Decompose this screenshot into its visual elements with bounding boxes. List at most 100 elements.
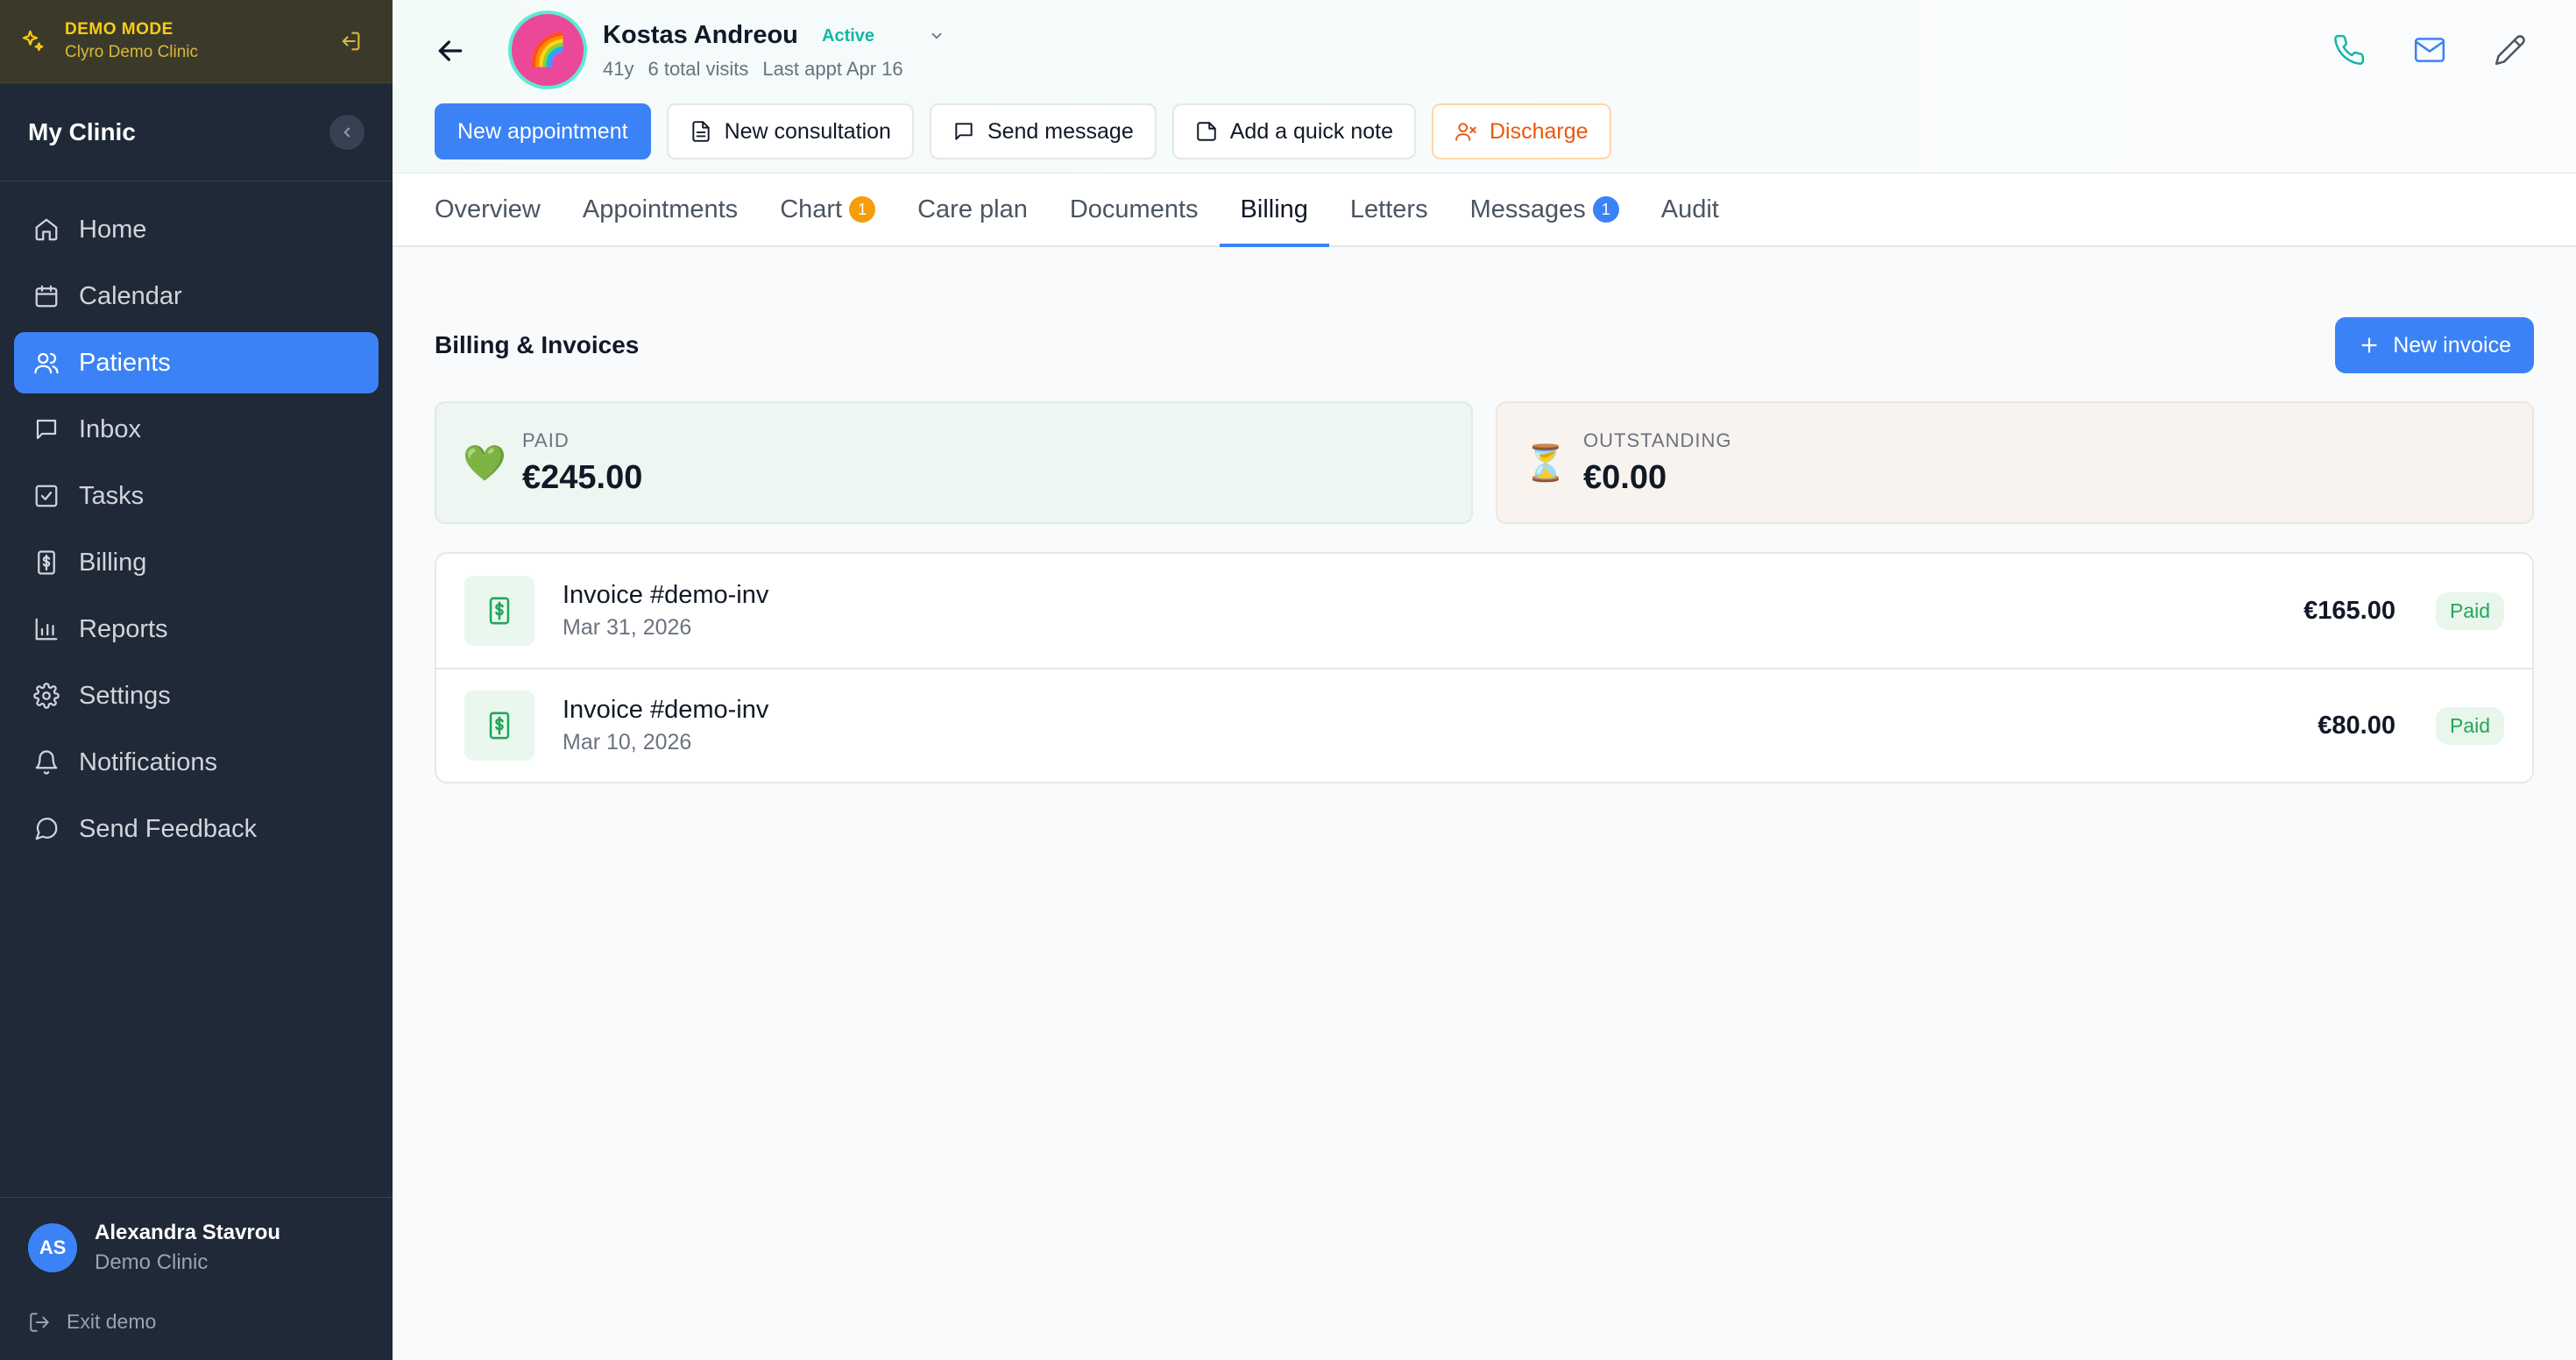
inbox-icon — [36, 419, 57, 440]
new-consultation-label: New consultation — [724, 118, 891, 144]
tab-audit[interactable]: Audit — [1640, 174, 1740, 245]
note-icon — [1197, 122, 1216, 141]
bell-icon — [35, 750, 58, 775]
sidebar-item-label: Inbox — [79, 414, 141, 443]
sparkles-icon — [22, 30, 44, 52]
status-badge[interactable]: Active — [822, 26, 874, 46]
paid-amount: €245.00 — [522, 458, 643, 496]
sidebar-item-tasks[interactable]: Tasks — [14, 465, 379, 527]
new-invoice-label: New invoice — [2393, 332, 2511, 358]
billing-header: Billing & Invoices New invoice — [435, 317, 2534, 373]
action-bar: New appointment New consultation Send me… — [435, 103, 1611, 159]
receipt-icon — [489, 712, 510, 740]
hourglass-icon: ⏳ — [1524, 443, 1568, 483]
user-profile[interactable]: AS Alexandra Stavrou Demo Clinic — [28, 1221, 364, 1275]
invoice-title: Invoice #demo-inv — [563, 581, 769, 609]
sidebar-item-inbox[interactable]: Inbox — [14, 399, 379, 460]
status-badge: Paid — [2435, 591, 2504, 630]
back-arrow-icon[interactable] — [433, 33, 468, 68]
list-item[interactable]: Invoice #demo-inv Mar 10, 2026 €80.00 Pa… — [436, 668, 2532, 782]
discharge-label: Discharge — [1489, 118, 1589, 144]
outstanding-label: OUTSTANDING — [1583, 429, 1732, 451]
tab-messages[interactable]: Messages 1 — [1449, 174, 1640, 245]
sidebar-footer: AS Alexandra Stavrou Demo Clinic Exit de… — [0, 1197, 393, 1360]
tab-label: Billing — [1240, 195, 1308, 223]
tab-label: Overview — [435, 195, 541, 223]
users-icon — [34, 352, 59, 374]
sidebar-item-notifications[interactable]: Notifications — [14, 732, 379, 793]
sidebar-item-settings[interactable]: Settings — [14, 665, 379, 726]
sidebar-item-label: Send Feedback — [79, 814, 258, 843]
mail-icon[interactable] — [2413, 33, 2446, 67]
phone-icon[interactable] — [2332, 33, 2366, 67]
invoice-icon — [464, 576, 534, 646]
billing-summary: 💚 PAID €245.00 ⏳ OUTSTANDING €0.00 — [435, 401, 2534, 524]
paid-label: PAID — [522, 429, 570, 451]
collapse-sidebar-button[interactable] — [329, 114, 364, 150]
sidebar-item-calendar[interactable]: Calendar — [14, 266, 379, 327]
sidebar: DEMO MODE Clyro Demo Clinic My Clinic Ho… — [0, 0, 393, 1360]
invoice-title: Invoice #demo-inv — [563, 696, 769, 724]
invoice-icon — [464, 691, 534, 761]
sidebar-item-label: Settings — [79, 681, 171, 710]
patient-age: 41y — [603, 58, 634, 80]
tab-appointments[interactable]: Appointments — [562, 174, 759, 245]
patient-header: 🌈 Kostas Andreou Active 41y 6 total visit… — [393, 0, 2576, 174]
tab-documents[interactable]: Documents — [1049, 174, 1220, 245]
invoice-date: Mar 31, 2026 — [563, 615, 692, 640]
outstanding-summary-card: ⏳ OUTSTANDING €0.00 — [1496, 401, 2534, 524]
invoice-date: Mar 10, 2026 — [563, 730, 692, 754]
patient-visits: 6 total visits — [648, 58, 749, 80]
sidebar-item-patients[interactable]: Patients — [14, 332, 379, 393]
sidebar-item-billing[interactable]: Billing — [14, 532, 379, 593]
sidebar-item-send-feedback[interactable]: Send Feedback — [14, 798, 379, 860]
main-content: 🌈 Kostas Andreou Active 41y 6 total visit… — [393, 0, 2576, 1360]
patient-avatar: 🌈 — [508, 11, 587, 89]
exit-demo-link[interactable]: Exit demo — [28, 1310, 364, 1334]
status-badge: Paid — [2435, 706, 2504, 745]
list-item[interactable]: Invoice #demo-inv Mar 31, 2026 €165.00 P… — [436, 554, 2532, 668]
exit-demo-label: Exit demo — [67, 1310, 157, 1333]
file-text-icon — [691, 121, 710, 142]
patient-last-appt: Last appt Apr 16 — [762, 58, 903, 80]
new-consultation-button[interactable]: New consultation — [666, 103, 914, 159]
messages-count-badge: 1 — [1592, 196, 1619, 223]
exit-demo-icon[interactable] — [338, 29, 363, 53]
user-name: Alexandra Stavrou — [95, 1221, 281, 1244]
patient-name: Kostas Andreou — [603, 21, 798, 49]
tab-chart[interactable]: Chart 1 — [759, 174, 896, 245]
patient-meta: 41y 6 total visits Last appt Apr 16 — [603, 58, 917, 81]
plus-icon — [2361, 337, 2377, 353]
new-appointment-button[interactable]: New appointment — [435, 103, 651, 159]
sidebar-item-label: Billing — [79, 548, 147, 577]
sidebar-nav: Home Calendar Patients Inbox Tasks Billi… — [0, 181, 393, 1197]
chart-count-badge: 1 — [849, 196, 876, 223]
add-quick-note-button[interactable]: Add a quick note — [1171, 103, 1416, 159]
tab-label: Letters — [1349, 195, 1428, 223]
sidebar-item-home[interactable]: Home — [14, 199, 379, 260]
demo-clinic-name: Clyro Demo Clinic — [65, 43, 199, 61]
billing-icon — [38, 550, 55, 575]
tab-letters[interactable]: Letters — [1329, 174, 1449, 245]
pencil-icon[interactable] — [2494, 33, 2527, 67]
tab-billing[interactable]: Billing — [1219, 174, 1330, 247]
check-square-icon — [35, 485, 58, 507]
chevron-down-icon[interactable] — [929, 28, 945, 44]
send-message-button[interactable]: Send message — [929, 103, 1157, 159]
new-invoice-button[interactable]: New invoice — [2335, 317, 2534, 373]
send-message-label: Send message — [987, 118, 1134, 144]
header-actions — [2332, 33, 2527, 67]
chevron-left-icon — [343, 127, 350, 137]
sidebar-item-reports[interactable]: Reports — [14, 599, 379, 660]
user-clinic: Demo Clinic — [95, 1250, 209, 1274]
invoice-list: Invoice #demo-inv Mar 31, 2026 €165.00 P… — [435, 552, 2534, 783]
message-square-icon — [955, 123, 973, 140]
tab-overview[interactable]: Overview — [414, 174, 562, 245]
discharge-button[interactable]: Discharge — [1431, 103, 1611, 159]
tab-label: Care plan — [917, 195, 1028, 223]
tab-care-plan[interactable]: Care plan — [896, 174, 1049, 245]
sidebar-item-label: Tasks — [79, 481, 145, 510]
user-x-icon — [1455, 123, 1476, 141]
clinic-name: My Clinic — [28, 117, 136, 145]
tab-label: Appointments — [582, 195, 739, 223]
